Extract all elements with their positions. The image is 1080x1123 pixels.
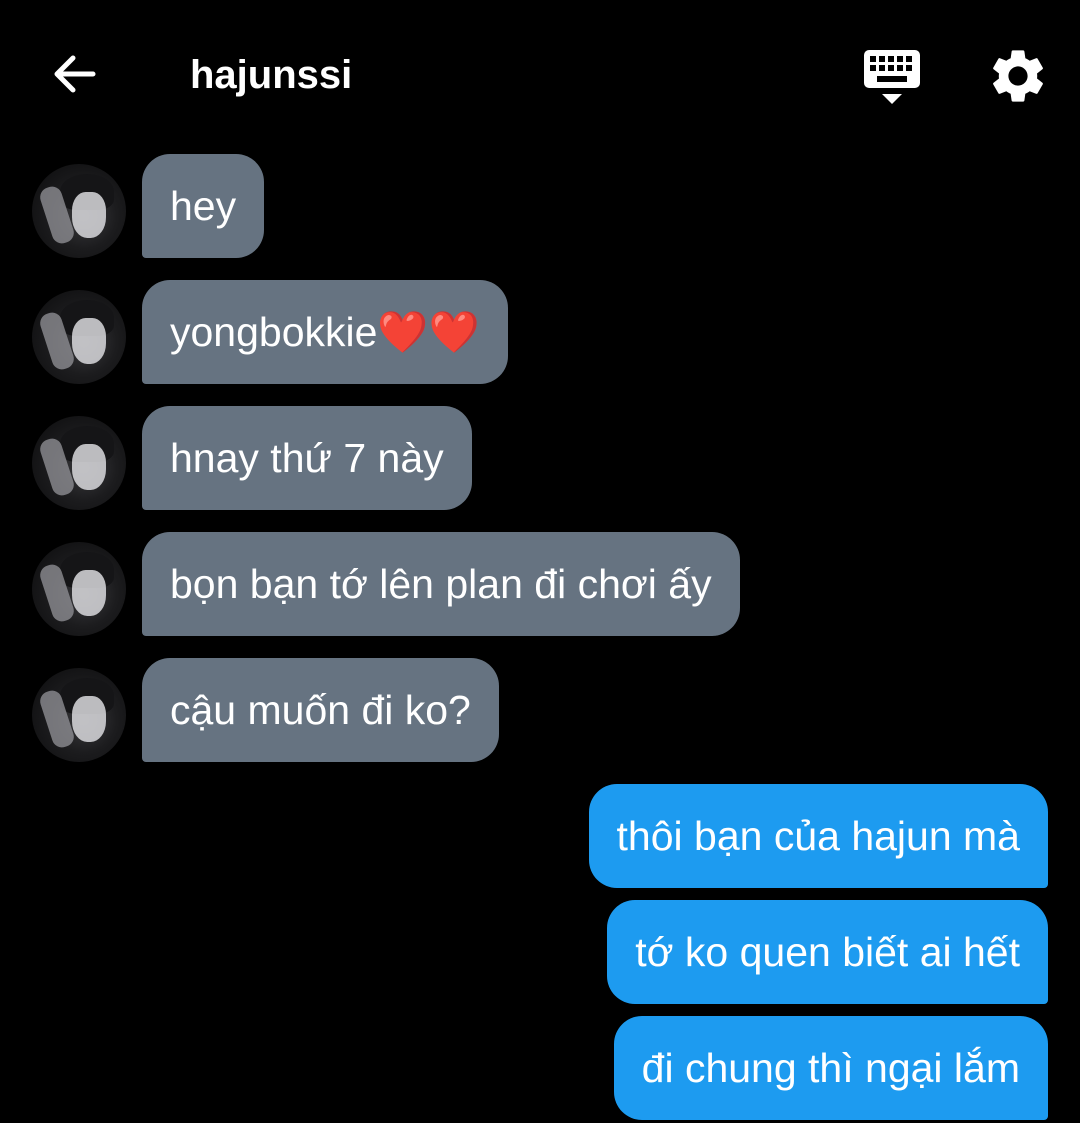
incoming-message-bubble[interactable]: hey (142, 154, 265, 258)
settings-button[interactable] (986, 44, 1050, 108)
avatar[interactable] (32, 290, 126, 384)
outgoing-message-bubble[interactable]: tớ ko quen biết ai hết (607, 900, 1048, 1004)
conversation-title[interactable]: hajunssi (190, 50, 352, 100)
incoming-message-bubble[interactable]: cậu muốn đi ko? (142, 658, 499, 762)
avatar[interactable] (32, 668, 126, 762)
incoming-message-bubble[interactable]: hnay thứ 7 này (142, 406, 472, 510)
avatar[interactable] (32, 416, 126, 510)
chat-header: hajunssi (0, 0, 1080, 150)
gear-icon (993, 50, 1043, 102)
incoming-message-bubble[interactable]: bọn bạn tớ lên plan đi chơi ấy (142, 532, 740, 636)
outgoing-message-bubble[interactable]: đi chung thì ngại lắm (613, 1016, 1048, 1120)
avatar[interactable] (32, 542, 126, 636)
arrow-left-icon (54, 55, 96, 93)
keyboard-toggle-button[interactable] (860, 44, 924, 108)
incoming-message-bubble[interactable]: yongbokkie❤️❤️ (142, 280, 508, 384)
back-button[interactable] (44, 44, 104, 104)
keyboard-hide-icon (864, 50, 920, 104)
avatar[interactable] (32, 164, 126, 258)
outgoing-message-bubble[interactable]: thôi bạn của hajun mà (588, 784, 1048, 888)
